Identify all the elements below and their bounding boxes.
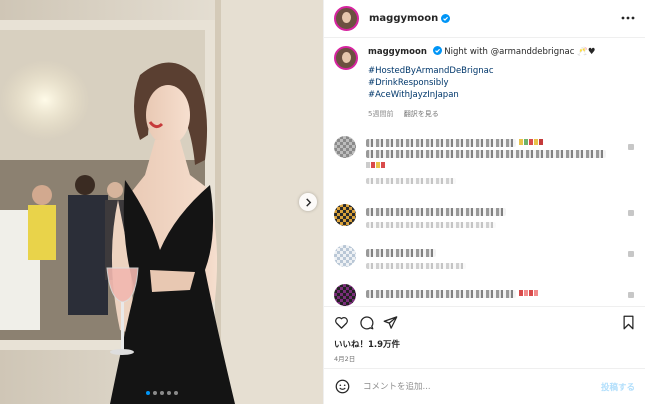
verified-badge-icon (441, 14, 451, 23)
caption-time: 5週間前 (368, 110, 394, 118)
comment-composer: 投稿する (324, 368, 645, 404)
paper-plane-icon[interactable] (383, 315, 398, 330)
carousel-dot (160, 391, 164, 395)
pixelated-comment-text (366, 249, 436, 257)
post-caption: maggymoon Night with @armanddebrignac 🥂♥… (334, 46, 638, 120)
pixelated-comment-text (366, 139, 516, 147)
carousel-dot (167, 391, 171, 395)
comment-avatar[interactable] (334, 136, 356, 158)
pixelated-emoji (519, 139, 543, 145)
post-comment-button[interactable]: 投稿する (601, 381, 635, 393)
hashtag-link[interactable]: #HostedByArmandDeBrignac (368, 65, 638, 77)
comment-like-icon[interactable] (628, 251, 634, 257)
post-header: maggymoon (324, 0, 645, 38)
comment-like-icon[interactable] (628, 210, 634, 216)
comment-avatar[interactable] (334, 204, 356, 226)
more-horizontal-icon[interactable] (621, 13, 635, 23)
pixelated-comment-meta (366, 178, 456, 184)
avatar[interactable] (334, 46, 358, 70)
smiley-icon[interactable] (335, 379, 350, 394)
comment-input[interactable] (363, 381, 593, 392)
post-date: 4月2日 (334, 355, 356, 363)
carousel-indicator (146, 391, 178, 395)
pixelated-comment-meta (366, 222, 496, 228)
next-photo-button[interactable] (299, 193, 317, 211)
post-side-panel: maggymoon maggymoon Night with @armandde… (323, 0, 645, 404)
username[interactable]: maggymoon (369, 13, 438, 24)
pixelated-comment-text (366, 208, 506, 216)
comment-like-icon[interactable] (628, 292, 634, 298)
caption-hashtags: #HostedByArmandDeBrignac #DrinkResponsib… (368, 65, 638, 101)
pixelated-comment-text (366, 290, 516, 298)
chevron-right-icon (305, 197, 311, 207)
comment-avatar[interactable] (334, 284, 356, 306)
comment-item (334, 284, 634, 306)
pixelated-comment-text (366, 150, 606, 158)
action-bar (324, 306, 645, 336)
post-photo (0, 0, 323, 404)
pixelated-emoji (366, 162, 385, 168)
pixelated-emoji (519, 290, 538, 296)
carousel-dot (146, 391, 150, 395)
carousel-dot (153, 391, 157, 395)
bookmark-icon[interactable] (621, 315, 636, 330)
instagram-post: maggymoon maggymoon Night with @armandde… (0, 0, 645, 404)
comment-like-icon[interactable] (628, 144, 634, 150)
comment-item (334, 136, 634, 196)
pixelated-comment-meta (366, 263, 466, 269)
avatar[interactable] (334, 6, 359, 31)
verified-badge-icon (432, 46, 442, 55)
translate-link[interactable]: 翻訳を見る (404, 110, 439, 118)
hashtag-link[interactable]: #DrinkResponsibly (368, 77, 638, 89)
post-media[interactable] (0, 0, 323, 404)
caption-username[interactable]: maggymoon (368, 47, 427, 57)
like-count[interactable]: いいね！1.9万件 (334, 338, 400, 350)
caption-text: Night with @armanddebrignac 🥂♥ (444, 47, 596, 57)
heart-outline-icon[interactable] (334, 315, 349, 330)
comment-avatar[interactable] (334, 245, 356, 267)
hashtag-link[interactable]: #AceWithJayzInJapan (368, 89, 638, 101)
carousel-dot (174, 391, 178, 395)
comments-list[interactable]: maggymoon Night with @armanddebrignac 🥂♥… (324, 38, 645, 306)
comment-bubble-icon[interactable] (359, 315, 374, 330)
